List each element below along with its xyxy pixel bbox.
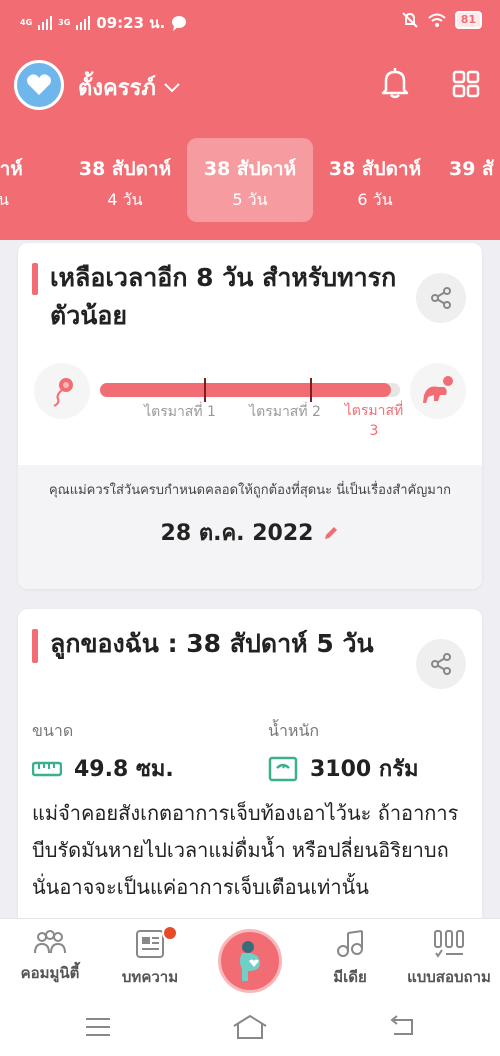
weight-value: 3100 กรัม [310, 757, 419, 782]
week-selector: ปดาห์ วัน 38 สัปดาห์ 4 วัน 38 สัปดาห์ 5 … [0, 138, 500, 222]
chevron-down-icon [164, 82, 180, 92]
wifi-icon [428, 13, 446, 27]
nav-media[interactable]: มีเดีย [300, 929, 400, 989]
size-value: 49.8 ซม. [74, 757, 174, 782]
trimester-label: ไตรมาสที่ 2 [249, 404, 321, 420]
chat-bubble-icon [172, 16, 187, 31]
nav-community[interactable]: คอมมูนิตี้ [0, 929, 100, 985]
nav-articles[interactable]: บทความ [100, 925, 200, 989]
notification-badge [162, 925, 178, 941]
signal-3g-label: 3G [58, 18, 71, 27]
battery-indicator: 81 [454, 11, 482, 29]
signal-4g-label: 4G [20, 18, 33, 27]
size-label: ขนาด [32, 721, 74, 740]
progress-fill [100, 383, 391, 397]
back-icon[interactable] [388, 1014, 416, 1038]
top-bar: ตั้งครรภ์ [0, 56, 500, 112]
share-icon [431, 653, 451, 675]
pregnancy-home-button[interactable] [218, 929, 282, 993]
share-icon [431, 287, 451, 309]
baby-card-title: ลูกของฉัน : 38 สัปดาห์ 5 วัน [50, 629, 374, 658]
trimester-label-current: ไตรมาสที่ 3 [344, 403, 404, 439]
share-button[interactable] [416, 639, 466, 689]
due-date-note: คุณแม่ควรใส่วันครบกำหนดคลอดให้ถูกต้องที่… [48, 483, 452, 498]
pregnancy-progress-bar [100, 378, 400, 402]
nav-community-label: คอมมูนิตี้ [20, 964, 80, 982]
nav-articles-label: บทความ [121, 968, 179, 986]
trimester-divider [310, 378, 312, 402]
menu-icon[interactable] [84, 1016, 112, 1038]
weight-stat: 3100 กรัม [268, 751, 419, 786]
countdown-card: เหลือเวลาอีก 8 วัน สำหรับทารกตัวน้อย ไตร… [18, 243, 482, 589]
baby-info-card: ลูกของฉัน : 38 สัปดาห์ 5 วัน ขนาด 49.8 ซ… [18, 609, 482, 929]
mute-icon [401, 12, 418, 28]
signal-icon [38, 16, 53, 30]
due-date-edit[interactable]: 28 ต.ค. 2022 [161, 515, 340, 550]
grid-menu-icon[interactable] [450, 68, 482, 100]
mode-selector[interactable]: ตั้งครรภ์ [78, 70, 180, 105]
week-tab-selected[interactable]: 38 สัปดาห์ 5 วัน [187, 138, 313, 222]
avatar[interactable] [14, 60, 64, 110]
weight-label: น้ำหนัก [268, 721, 320, 740]
pencil-icon [325, 526, 338, 539]
share-button[interactable] [416, 273, 466, 323]
nav-quiz-label: แบบสอบถาม [407, 968, 491, 986]
heart-icon [27, 74, 51, 95]
crawling-baby-icon [410, 363, 466, 419]
signal-icon [76, 16, 91, 30]
week-tab[interactable]: ปดาห์ วัน [0, 138, 62, 222]
ruler-icon [32, 761, 62, 776]
sperm-egg-icon [34, 363, 90, 419]
nav-quiz[interactable]: แบบสอบถาม [398, 929, 500, 989]
pregnant-mother-icon [240, 941, 260, 981]
bell-icon[interactable] [378, 66, 412, 100]
scale-icon [268, 756, 298, 781]
app-title: ตั้งครรภ์ [78, 76, 156, 101]
week-tab[interactable]: 38 สัปดาห์ 4 วัน [62, 138, 188, 222]
size-stat: 49.8 ซม. [32, 751, 174, 786]
title-accent [32, 629, 38, 663]
nav-media-label: มีเดีย [333, 968, 367, 986]
home-icon[interactable] [232, 1014, 268, 1040]
bottom-nav: คอมมูนิตี้ บทความ มีเดีย แบบสอบถาม [0, 918, 500, 1000]
trimester-divider [204, 378, 206, 402]
week-tab[interactable]: 38 สัปดาห์ 6 วัน [312, 138, 438, 222]
due-date-value: 28 ต.ค. 2022 [160, 521, 314, 546]
music-note-icon [337, 930, 363, 957]
due-date-section: คุณแม่ควรใส่วันครบกำหนดคลอดให้ถูกต้องที่… [18, 465, 482, 589]
baby-description: แม่จำคอยสังเกตอาการเจ็บท้องเอาไว้นะ ถ้าอ… [32, 801, 459, 899]
checklist-icon [434, 930, 464, 958]
week-tab[interactable]: 39 สั [437, 138, 500, 222]
countdown-title: เหลือเวลาอีก 8 วัน สำหรับทารกตัวน้อย [50, 263, 397, 330]
status-time: 09:23 น. [96, 14, 166, 32]
title-accent [32, 263, 38, 295]
people-group-icon [34, 930, 66, 954]
system-nav-bar [0, 1000, 500, 1056]
app-header: 4G 3G 09:23 น. 81 ตั้งครรภ์ ปดาห์ วัน [0, 0, 500, 240]
trimester-label: ไตรมาสที่ 1 [144, 404, 216, 420]
status-bar: 4G 3G 09:23 น. 81 [0, 0, 500, 44]
